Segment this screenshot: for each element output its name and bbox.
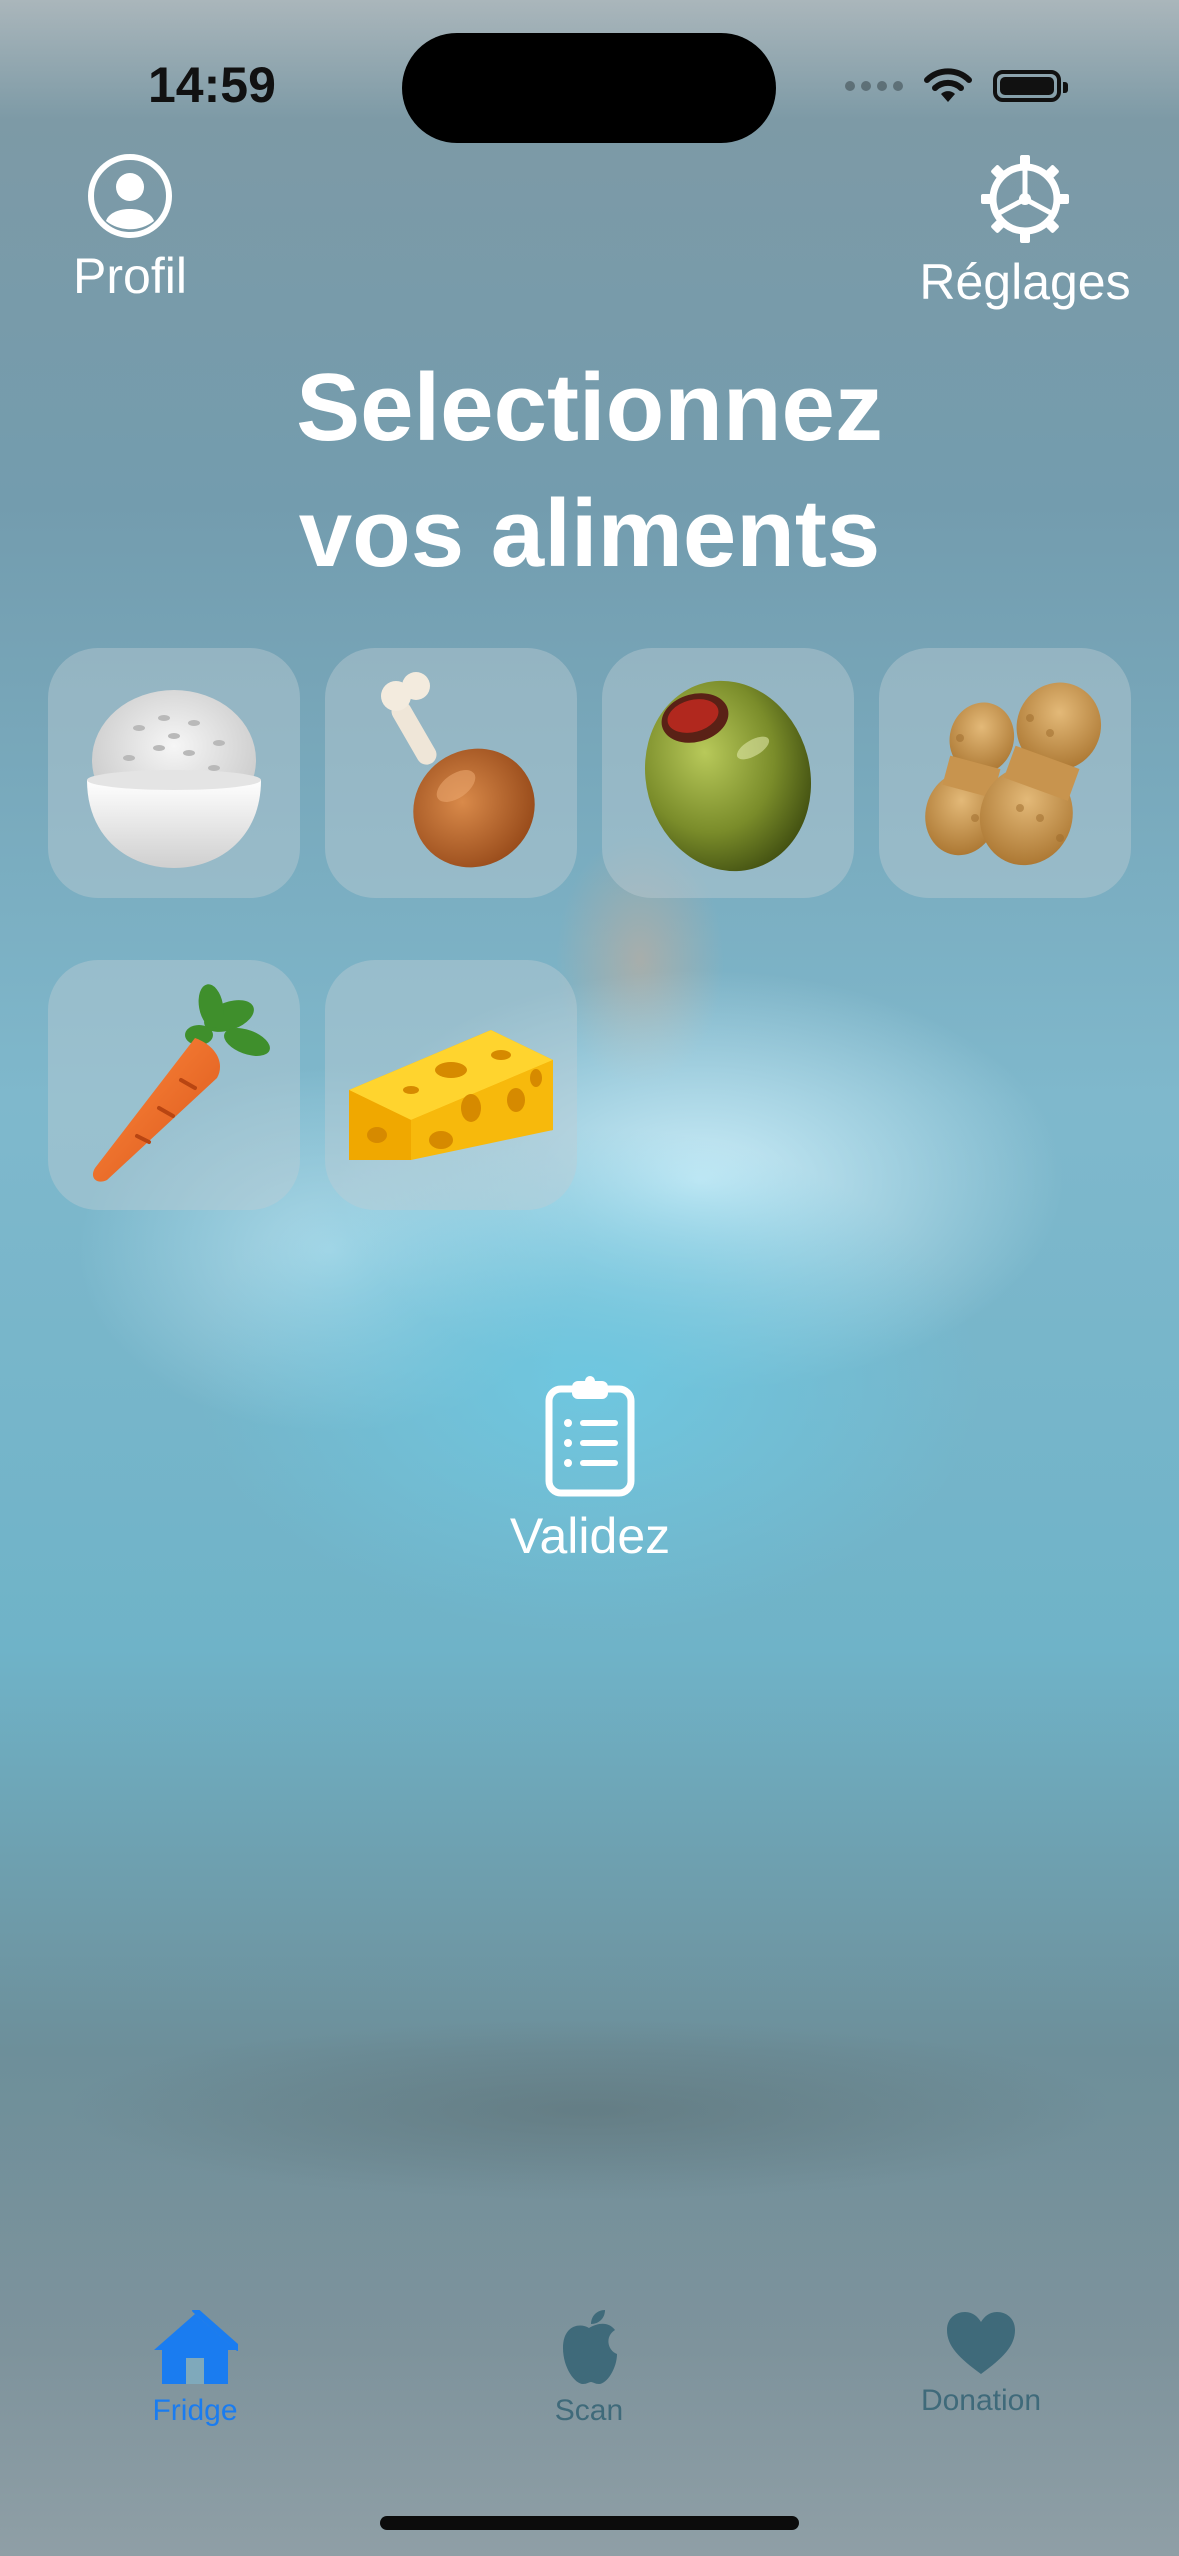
tab-bar: Fridge Scan Donation — [0, 2310, 1179, 2460]
cellular-signal-icon — [845, 81, 903, 91]
tab-donation[interactable]: Donation — [861, 2310, 1101, 2418]
food-tile-carrot[interactable] — [48, 960, 300, 1210]
food-tile-cheese[interactable] — [325, 960, 577, 1210]
rice-bowl-icon — [87, 690, 261, 868]
wifi-icon — [924, 68, 972, 102]
food-tile-olive[interactable] — [602, 648, 854, 898]
title-line-2: vos aliments — [298, 480, 881, 587]
status-time: 14:59 — [148, 57, 276, 113]
cheese-icon — [349, 1030, 553, 1160]
tab-donation-label: Donation — [920, 2384, 1042, 2417]
title-line-1: Selectionnez — [296, 354, 883, 461]
tab-scan[interactable]: Scan — [469, 2310, 709, 2428]
home-indicator — [380, 2516, 799, 2530]
tab-fridge-label: Fridge — [152, 2394, 238, 2427]
olive-icon — [644, 680, 812, 872]
tab-fridge[interactable]: Fridge — [75, 2310, 315, 2428]
profile-button[interactable]: Profil — [60, 153, 200, 305]
battery-icon — [993, 70, 1068, 102]
validate-button[interactable]: Validez — [490, 1375, 690, 1565]
food-tile-chicken[interactable] — [325, 648, 577, 898]
profile-label: Profil — [73, 248, 187, 304]
house-icon — [154, 2310, 238, 2384]
settings-button[interactable]: Réglages — [915, 153, 1135, 311]
status-icons — [845, 64, 1068, 108]
gear-icon — [981, 155, 1069, 243]
food-tile-peanuts[interactable] — [879, 648, 1131, 898]
apple-icon — [563, 2310, 617, 2384]
page-title: Selectionnez vos aliments — [0, 345, 1179, 597]
settings-label: Réglages — [919, 254, 1131, 310]
peanuts-icon — [925, 682, 1102, 866]
carrot-icon — [92, 984, 270, 1182]
heart-icon — [947, 2312, 1015, 2374]
food-tile-rice[interactable] — [48, 648, 300, 898]
dynamic-island — [402, 33, 776, 143]
tab-scan-label: Scan — [554, 2394, 624, 2427]
chicken-drumstick-icon — [381, 672, 535, 868]
person-circle-icon — [88, 154, 172, 238]
validate-label: Validez — [509, 1508, 671, 1564]
clipboard-list-icon — [545, 1376, 635, 1497]
